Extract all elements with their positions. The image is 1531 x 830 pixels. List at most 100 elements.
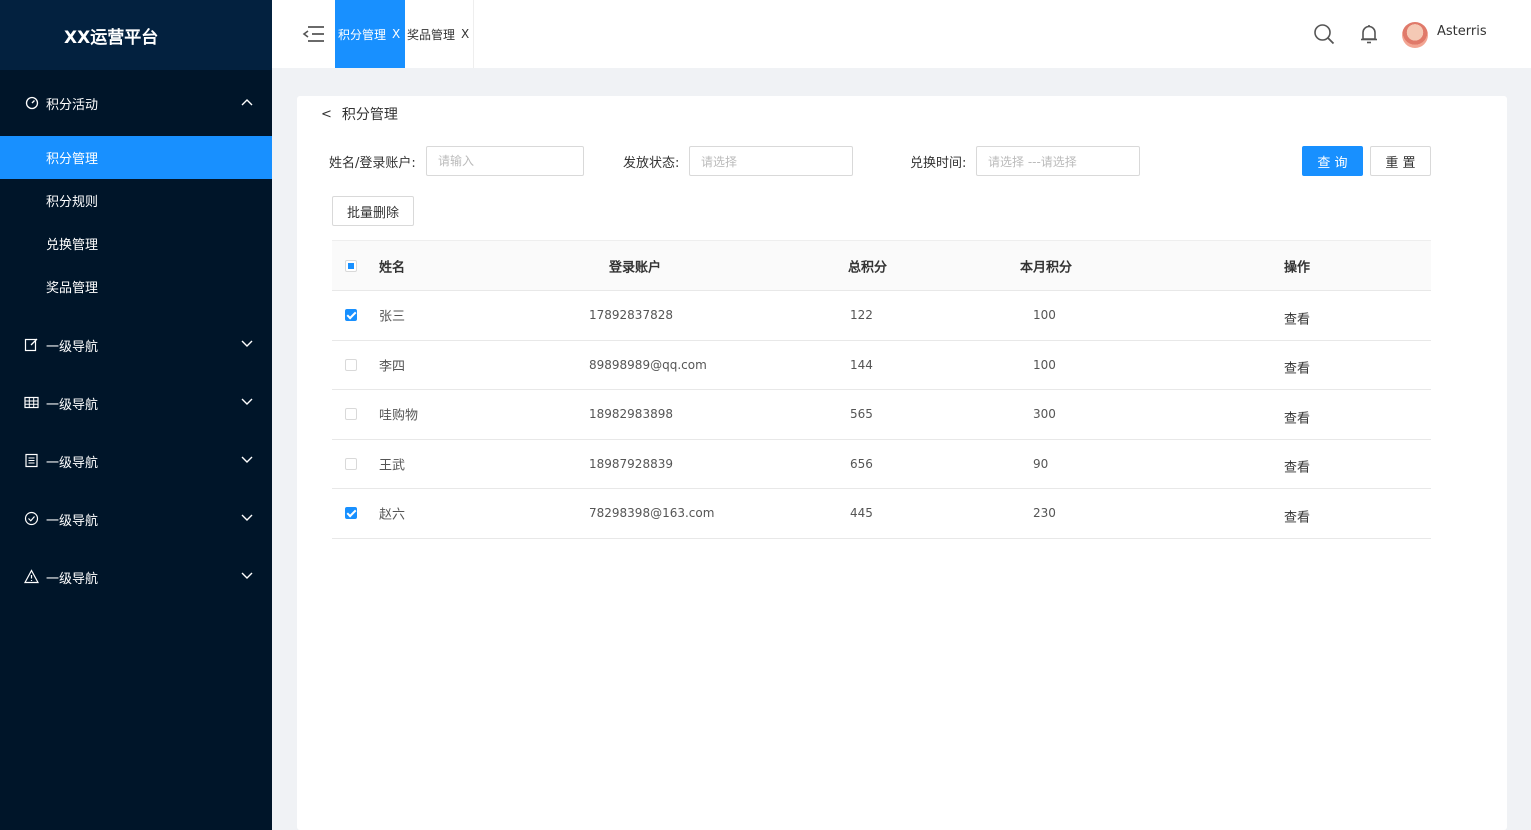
tab-points-management[interactable]: 积分管理 X	[335, 0, 405, 68]
cell-monthly-points: 90	[1033, 456, 1049, 471]
batch-delete-button[interactable]: 批量删除	[332, 196, 414, 226]
tab-close-icon[interactable]: X	[392, 27, 400, 41]
chevron-down-icon	[241, 456, 253, 463]
view-link[interactable]: 查看	[1284, 308, 1310, 327]
header-monthly-points: 本月积分	[1020, 260, 1073, 275]
view-link[interactable]: 查看	[1284, 358, 1310, 377]
sidebar: XX运营平台 积分活动 积分管理 积分规则 兑换管理 奖品管理 一级导航 一级导…	[0, 0, 272, 830]
sidebar-nav-3[interactable]: 一级导航	[0, 432, 272, 490]
table-icon	[24, 395, 40, 411]
edit-icon	[24, 337, 40, 353]
header-account: 登录账户	[609, 260, 662, 275]
tab-label: 积分管理	[338, 27, 387, 42]
cell-name: 赵六	[379, 507, 406, 523]
sidebar-item-label: 奖品管理	[46, 281, 99, 296]
view-link[interactable]: 查看	[1284, 506, 1310, 525]
cell-monthly-points: 100	[1033, 308, 1056, 323]
header-operation: 操作	[1284, 260, 1311, 275]
cell-account: 18982983898	[589, 407, 673, 422]
table-row: 王武 18987928839 656 90 查看	[332, 440, 1431, 489]
row-checkbox[interactable]	[345, 408, 357, 421]
table-row: 赵六 78298398@163.com 445 230 查看	[332, 489, 1431, 539]
avatar[interactable]	[1402, 22, 1428, 48]
cell-account: 18987928839	[589, 456, 673, 471]
cell-account: 17892837828	[589, 308, 673, 323]
sidebar-group-points-activity[interactable]: 积分活动	[0, 70, 272, 136]
content-card: < 积分管理 姓名/登录账户: 发放状态: 请选择 兑换时间: 请选择 ---请…	[297, 96, 1507, 830]
sidebar-nav-2[interactable]: 一级导航	[0, 374, 272, 432]
header-name: 姓名	[379, 260, 406, 275]
cell-total-points: 445	[850, 506, 873, 521]
table-row: 哇购物 18982983898 565 300 查看	[332, 390, 1431, 440]
tab-prize-management[interactable]: 奖品管理 X	[405, 0, 474, 68]
app-logo: XX运营平台	[0, 0, 272, 70]
sidebar-item-prize-management[interactable]: 奖品管理	[0, 265, 272, 308]
table-header: 姓名 登录账户 总积分 本月积分 操作	[332, 240, 1431, 291]
view-link[interactable]: 查看	[1284, 407, 1310, 426]
list-icon	[24, 453, 40, 469]
top-bar: 积分管理 X 奖品管理 X Asterris	[272, 0, 1531, 68]
sidebar-nav-label: 一级导航	[46, 455, 99, 471]
cell-total-points: 656	[850, 456, 873, 471]
cell-name: 王武	[379, 458, 406, 474]
cell-name: 张三	[379, 309, 406, 325]
sidebar-item-label: 积分规则	[46, 195, 99, 210]
cell-monthly-points: 100	[1033, 357, 1056, 372]
cell-total-points: 122	[850, 308, 873, 323]
header-total-points: 总积分	[848, 260, 888, 275]
dashboard-icon	[24, 95, 40, 111]
row-checkbox[interactable]	[345, 507, 357, 520]
exchange-time-label: 兑换时间:	[910, 156, 967, 171]
chevron-down-icon	[241, 572, 253, 579]
points-table: 姓名 登录账户 总积分 本月积分 操作 张三 17892837828 122 100 查…	[332, 240, 1431, 539]
sidebar-item-exchange-management[interactable]: 兑换管理	[0, 222, 272, 265]
warning-icon	[24, 569, 40, 585]
sidebar-group-label: 积分活动	[46, 97, 99, 113]
sidebar-item-label: 兑换管理	[46, 238, 99, 253]
row-checkbox[interactable]	[345, 358, 357, 371]
sidebar-nav-label: 一级导航	[46, 339, 99, 355]
exchange-time-range-picker[interactable]: 请选择 ---请选择	[976, 146, 1140, 176]
sidebar-nav-label: 一级导航	[46, 571, 99, 587]
table-body: 张三 17892837828 122 100 查看 李四 89898989@qq.com 14…	[332, 291, 1431, 539]
chevron-down-icon	[241, 398, 253, 405]
chevron-up-icon	[241, 99, 253, 106]
sidebar-nav-label: 一级导航	[46, 397, 99, 413]
row-checkbox[interactable]	[345, 457, 357, 470]
issue-status-select[interactable]: 请选择	[689, 146, 853, 176]
check-circle-icon	[24, 511, 40, 527]
back-arrow-icon: <	[321, 106, 332, 122]
back-link[interactable]: < 积分管理	[321, 104, 398, 124]
view-link[interactable]: 查看	[1284, 457, 1310, 476]
cell-monthly-points: 300	[1033, 407, 1056, 422]
search-icon[interactable]	[1313, 23, 1335, 45]
cell-monthly-points: 230	[1033, 506, 1056, 521]
sidebar-item-points-management[interactable]: 积分管理	[0, 136, 272, 179]
tab-label: 奖品管理	[407, 27, 456, 42]
cell-name: 哇购物	[379, 408, 419, 424]
sidebar-nav-4[interactable]: 一级导航	[0, 490, 272, 548]
sidebar-nav-5[interactable]: 一级导航	[0, 548, 272, 606]
sidebar-item-points-rules[interactable]: 积分规则	[0, 179, 272, 222]
sidebar-item-label: 积分管理	[46, 152, 99, 167]
sidebar-nav-1[interactable]: 一级导航	[0, 316, 272, 374]
page-title: 积分管理	[341, 107, 398, 123]
name-account-input[interactable]	[426, 146, 584, 176]
name-account-label: 姓名/登录账户:	[329, 156, 416, 171]
cell-total-points: 565	[850, 407, 873, 422]
cell-account: 89898989@qq.com	[589, 357, 707, 372]
row-checkbox[interactable]	[345, 309, 357, 322]
reset-button[interactable]: 重 置	[1370, 146, 1431, 176]
table-row: 张三 17892837828 122 100 查看	[332, 291, 1431, 341]
user-name[interactable]: Asterris	[1437, 24, 1487, 39]
menu-fold-icon[interactable]	[302, 24, 326, 44]
table-row: 李四 89898989@qq.com 144 100 查看	[332, 341, 1431, 390]
chevron-down-icon	[241, 514, 253, 521]
chevron-down-icon	[241, 340, 253, 347]
bell-icon[interactable]	[1358, 23, 1380, 45]
tab-close-icon[interactable]: X	[461, 27, 469, 41]
cell-account: 78298398@163.com	[589, 506, 715, 521]
cell-name: 李四	[379, 359, 406, 375]
query-button[interactable]: 查 询	[1302, 146, 1363, 176]
select-all-checkbox[interactable]	[345, 259, 357, 272]
